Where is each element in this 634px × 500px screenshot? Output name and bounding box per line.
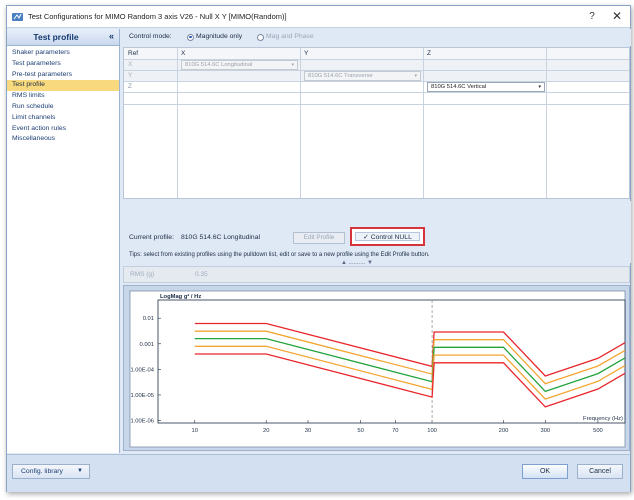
close-button[interactable]: ✕ [607,9,627,24]
current-profile-label: Current profile: [129,234,174,241]
tips-text: Tips: select from existing profiles usin… [129,252,430,258]
x-tick-label: 300 [540,428,550,434]
sidebar-item-limit-channels[interactable]: Limit channels [7,113,119,124]
chevron-down-icon: ▾ [538,84,541,90]
x-tick-label: 50 [357,428,363,434]
ok-label: OK [539,468,551,475]
chevron-down-icon: ▼ [77,468,83,474]
cancel-label: Cancel [589,468,611,475]
rms-bar: RMS (g) 0.35 [123,266,630,283]
config-library-button[interactable]: Config. library ▼ [12,464,90,479]
sidebar-item-shaker-parameters[interactable]: Shaker parameters [7,48,119,59]
profile-chart: LogMag g² / Hz Frequency (Hz) 0.01 0.001 1.0… [129,290,626,448]
control-mode-bar: Control mode: Magnitude only Mag and Pha… [121,29,631,46]
magnitude-only-radio[interactable] [187,33,194,41]
column-header-z: Z [427,50,431,57]
edit-profile-button[interactable]: Edit Profile [293,232,345,244]
y-tick-label: 1.00E-06 [130,419,154,425]
z-profile-value: 810G 514.6C Vertical [431,84,487,90]
config-library-label: Config. library [21,468,63,475]
profile-chart-panel: LogMag g² / Hz Frequency (Hz) 0.01 0.001 1.0… [123,285,630,451]
column-header-ref: Ref [128,50,139,57]
chevron-down-icon: ▾ [414,73,417,79]
grid-header: Ref X Y Z [124,48,629,59]
sidebar-item-run-schedule[interactable]: Run schedule [7,102,119,113]
y-profile-value: 810G 514.6C Transverse [308,73,373,79]
profile-bar: Current profile: 810G 514.6C Longitudina… [121,201,631,266]
footer-bar: Config. library ▼ OK Cancel [7,454,630,492]
sidebar-item-miscellaneous[interactable]: Miscellaneous [7,134,119,145]
sidebar-item-test-parameters[interactable]: Test parameters [7,59,119,70]
dialog-window: Test Configurations for MIMO Random 3 ax… [6,5,631,492]
app-icon [12,13,23,21]
sidebar-nav: Shaker parameters Test parameters Pre-te… [7,46,119,145]
plot-area [157,299,626,424]
rms-value: 0.35 [195,271,208,278]
x-tick-label: 500 [593,428,603,434]
y-tick-label: 1.00E-05 [130,393,154,399]
column-header-y: Y [304,50,309,57]
collapse-icon[interactable]: « [109,31,114,41]
cancel-button[interactable]: Cancel [577,464,623,479]
rms-label: RMS (g) [130,271,155,278]
x-tick-label: 100 [427,428,437,434]
x-profile-value: 810G 514.6C Longitudinal [185,62,253,68]
main-panel: Control mode: Magnitude only Mag and Pha… [121,29,631,453]
x-axis-label: Frequency (Hz) [583,416,623,422]
sidebar-header: Test profile « [7,29,119,46]
chart-title: LogMag g² / Hz [160,293,201,300]
row-ref-x: X [128,60,133,68]
sidebar-item-rms-limits[interactable]: RMS limits [7,91,119,102]
control-null-highlight: ✓ Control NULL [350,227,425,246]
help-button[interactable]: ? [582,9,602,24]
sidebar-title: Test profile [33,32,79,42]
mag-and-phase-label[interactable]: Mag and Phase [266,33,314,40]
row-ref-y: Y [128,71,133,79]
control-mode-label: Control mode: [129,33,172,40]
control-null-button[interactable]: ✓ Control NULL [355,232,420,241]
x-tick-label: 30 [305,428,311,434]
current-profile-value: 810G 514.6C Longitudinal [181,234,260,241]
chevron-down-icon: ▾ [291,62,294,68]
y-tick-label: 0.001 [139,342,154,348]
row-ref-z: Z [128,82,132,90]
z-profile-dropdown[interactable]: 810G 514.6C Vertical ▾ [427,82,545,92]
sidebar-item-test-profile[interactable]: Test profile [7,80,119,92]
column-header-x: X [181,50,186,57]
sidebar: Test profile « Shaker parameters Test pa… [7,29,120,453]
x-tick-label: 20 [263,428,269,434]
y-tick-label: 1.00E-04 [130,367,154,373]
ok-button[interactable]: OK [522,464,568,479]
sidebar-item-pre-test-parameters[interactable]: Pre-test parameters [7,70,119,81]
y-tick-label: 0.01 [143,316,154,322]
x-profile-dropdown[interactable]: 810G 514.6C Longitudinal ▾ [181,60,298,70]
x-tick-label: 200 [499,428,509,434]
window-title: Test Configurations for MIMO Random 3 ax… [28,12,287,21]
magnitude-only-label[interactable]: Magnitude only [196,33,242,40]
x-tick-label: 10 [192,428,198,434]
y-profile-dropdown[interactable]: 810G 514.6C Transverse ▾ [304,71,421,81]
title-bar: Test Configurations for MIMO Random 3 ax… [7,6,630,28]
sidebar-item-event-action-rules[interactable]: Event action rules [7,124,119,135]
mag-and-phase-radio[interactable] [257,33,264,41]
profile-grid: Ref X Y Z X Y Z 810G 514.6C Longitudinal… [123,47,630,199]
x-tick-label: 70 [392,428,398,434]
